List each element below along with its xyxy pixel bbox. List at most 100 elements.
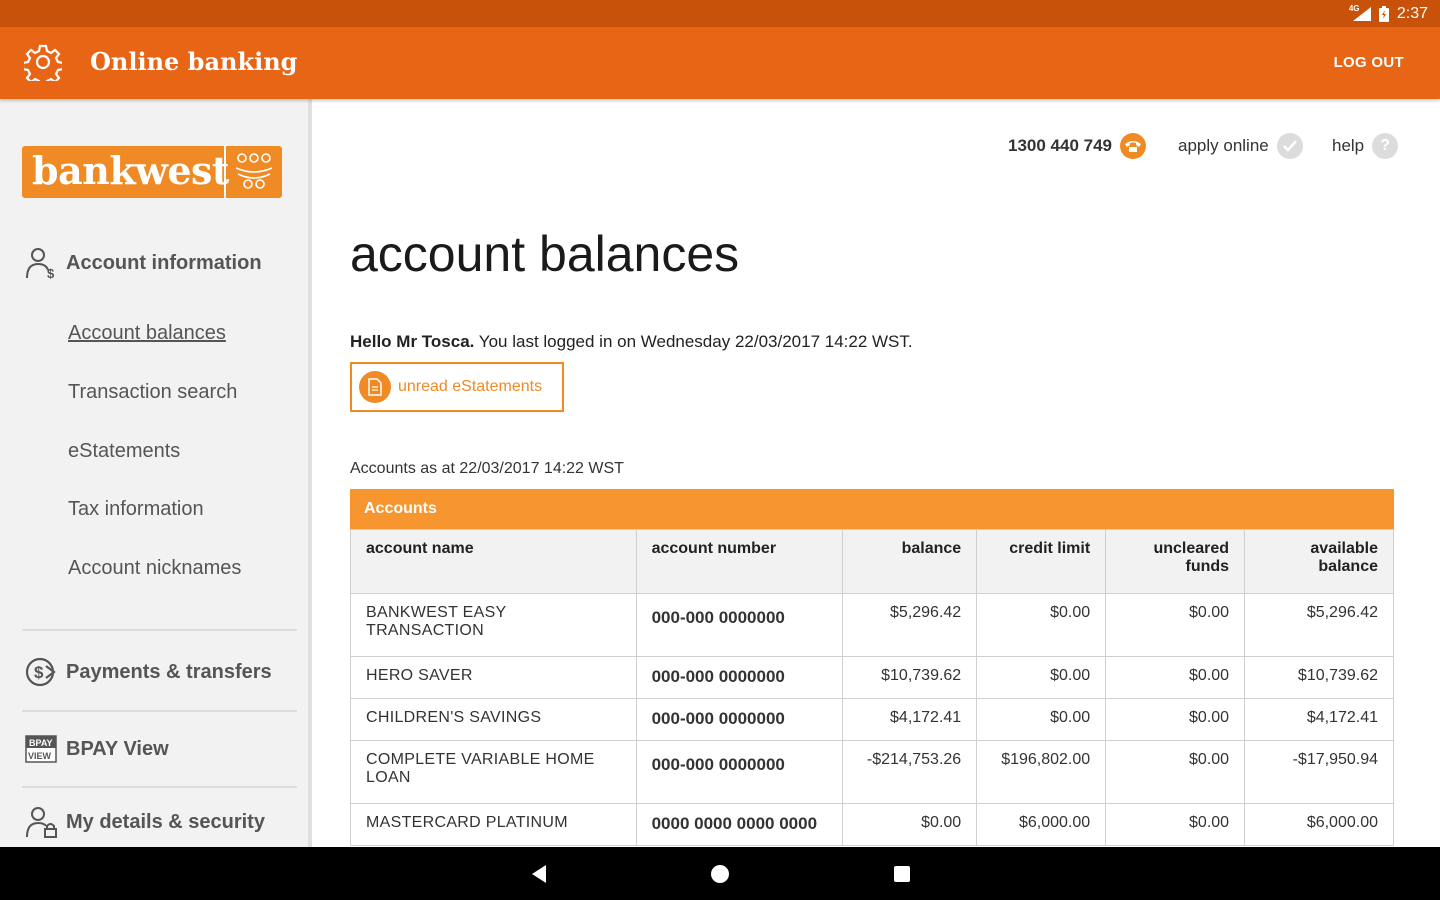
credit-limit-cell: $0.00 xyxy=(976,593,1107,657)
uncleared-funds-cell: $0.00 xyxy=(1105,656,1246,699)
balance-cell: -$214,753.26 xyxy=(842,740,978,804)
table-header-row: account name account number balance cred… xyxy=(350,529,1394,594)
unread-estatements-label: unread eStatements xyxy=(398,378,543,395)
column-header: account name xyxy=(350,529,637,594)
svg-text:VIEW: VIEW xyxy=(28,751,52,761)
signal-icon: 4G xyxy=(1349,4,1371,21)
table-row: COMPLETE VARIABLE HOME LOAN 000-000 0000… xyxy=(350,740,1394,804)
available-balance-cell: -$17,950.94 xyxy=(1244,740,1394,804)
balance-cell: $0.00 xyxy=(842,803,978,846)
nav-my-details-security-label: My details & security xyxy=(66,810,265,833)
nav-account-information-label: Account information xyxy=(66,251,262,274)
available-balance-cell: $6,000.00 xyxy=(1244,803,1394,846)
column-header: available balance xyxy=(1244,529,1394,594)
accounts-heading: Accounts xyxy=(350,489,1394,529)
credit-limit-cell: $0.00 xyxy=(976,656,1107,699)
sidebar-item-transaction-search[interactable]: Transaction search xyxy=(68,381,237,404)
table-row: BANKWEST EASY TRANSACTION 000-000 000000… xyxy=(350,593,1394,657)
person-lock-icon xyxy=(24,805,58,839)
status-bar: 4G 2:37 xyxy=(0,0,1440,27)
gear-icon[interactable] xyxy=(21,43,65,88)
phone-link[interactable]: 1300 440 749 xyxy=(1008,133,1146,159)
checkmark-icon xyxy=(1276,133,1303,159)
uncleared-funds-cell: $0.00 xyxy=(1105,740,1246,804)
logo-emblem-icon xyxy=(224,146,282,198)
balance-cell: $4,172.41 xyxy=(842,698,978,741)
credit-limit-cell: $196,802.00 xyxy=(976,740,1107,804)
apply-online-label: apply online xyxy=(1178,136,1269,155)
account-name: MASTERCARD PLATINUM xyxy=(350,803,637,846)
sidebar-item-account-nicknames[interactable]: Account nicknames xyxy=(68,557,241,580)
unread-estatements-button[interactable]: unread eStatements xyxy=(350,362,564,412)
svg-text:$: $ xyxy=(47,266,55,280)
app-bar: Online banking LOG OUT xyxy=(0,27,1440,99)
nav-my-details-security[interactable]: My details & security xyxy=(24,805,265,839)
sidebar: bankwest $ Account information Account b… xyxy=(0,99,312,847)
nav-account-information[interactable]: $ Account information xyxy=(24,246,262,281)
available-balance-cell: $10,739.62 xyxy=(1244,656,1394,699)
account-name: BANKWEST EASY TRANSACTION xyxy=(350,593,637,657)
table-row: MASTERCARD PLATINUM 0000 0000 0000 0000 … xyxy=(350,803,1394,846)
account-number-link[interactable]: 0000 0000 0000 0000 xyxy=(635,803,844,846)
back-icon[interactable] xyxy=(522,847,556,900)
credit-limit-cell: $0.00 xyxy=(976,698,1107,741)
welcome-name: Hello Mr Tosca. xyxy=(350,332,475,351)
uncleared-funds-cell: $0.00 xyxy=(1105,698,1246,741)
nav-payments-transfers-label: Payments & transfers xyxy=(66,660,272,683)
app-title: Online banking xyxy=(90,47,298,76)
sidebar-divider xyxy=(22,629,297,631)
bpay-view-icon: BPAY VIEW xyxy=(24,732,58,766)
available-balance-cell: $4,172.41 xyxy=(1244,698,1394,741)
help-link[interactable]: help ? xyxy=(1332,133,1399,159)
battery-icon xyxy=(1378,5,1389,22)
available-balance-cell: $5,296.42 xyxy=(1244,593,1394,657)
account-number-link[interactable]: 000-000 0000000 xyxy=(635,698,844,741)
main-content: 1300 440 749 apply online help ? account… xyxy=(316,99,1440,847)
account-name: CHILDREN'S SAVINGS xyxy=(350,698,637,741)
help-label: help xyxy=(1332,136,1365,155)
table-row: CHILDREN'S SAVINGS 000-000 0000000 $4,17… xyxy=(350,698,1394,741)
logo-text: bankwest xyxy=(32,148,229,193)
column-header: balance xyxy=(842,529,978,594)
credit-limit-cell: $6,000.00 xyxy=(976,803,1107,846)
sidebar-item-estatements[interactable]: eStatements xyxy=(68,440,180,463)
status-indicators: 4G 2:37 xyxy=(1349,0,1428,27)
account-number-link[interactable]: 000-000 0000000 xyxy=(635,593,844,657)
network-type: 4G xyxy=(1348,3,1360,13)
account-name: HERO SAVER xyxy=(350,656,637,699)
apply-online-link[interactable]: apply online xyxy=(1178,133,1303,159)
table-row: HERO SAVER 000-000 0000000 $10,739.62 $0… xyxy=(350,656,1394,699)
nav-payments-transfers[interactable]: $ Payments & transfers xyxy=(24,655,272,689)
sidebar-divider xyxy=(22,786,297,788)
dollar-arrow-icon: $ xyxy=(24,655,58,689)
account-number-link[interactable]: 000-000 0000000 xyxy=(635,740,844,804)
svg-text:BPAY: BPAY xyxy=(29,738,53,748)
nav-bpay-view[interactable]: BPAY VIEW BPAY View xyxy=(24,732,169,766)
svg-text:$: $ xyxy=(34,663,44,682)
document-icon xyxy=(359,371,391,403)
sidebar-divider xyxy=(22,710,297,712)
phone-number: 1300 440 749 xyxy=(1008,136,1112,155)
sidebar-item-tax-information[interactable]: Tax information xyxy=(68,498,204,521)
balance-cell: $10,739.62 xyxy=(842,656,978,699)
bankwest-logo: bankwest xyxy=(22,146,282,198)
uncleared-funds-cell: $0.00 xyxy=(1105,593,1246,657)
column-header: uncleared funds xyxy=(1105,529,1246,594)
logout-button[interactable]: LOG OUT xyxy=(1334,54,1404,71)
person-dollar-icon: $ xyxy=(24,246,58,281)
sidebar-item-account-balances[interactable]: Account balances xyxy=(68,322,226,345)
last-login-text: You last logged in on Wednesday 22/03/20… xyxy=(474,332,913,351)
home-icon[interactable] xyxy=(703,847,737,900)
uncleared-funds-cell: $0.00 xyxy=(1105,803,1246,846)
accounts-as-at: Accounts as at 22/03/2017 14:22 WST xyxy=(350,460,624,477)
balance-cell: $5,296.42 xyxy=(842,593,978,657)
system-navigation-bar xyxy=(0,847,1440,900)
account-number-link[interactable]: 000-000 0000000 xyxy=(635,656,844,699)
welcome-message: Hello Mr Tosca. You last logged in on We… xyxy=(350,332,913,352)
page-title: account balances xyxy=(350,226,740,282)
question-icon: ? xyxy=(1372,133,1399,159)
column-header: account number xyxy=(635,529,844,594)
column-header: credit limit xyxy=(976,529,1107,594)
phone-icon xyxy=(1120,133,1146,159)
recents-icon[interactable] xyxy=(885,847,919,900)
